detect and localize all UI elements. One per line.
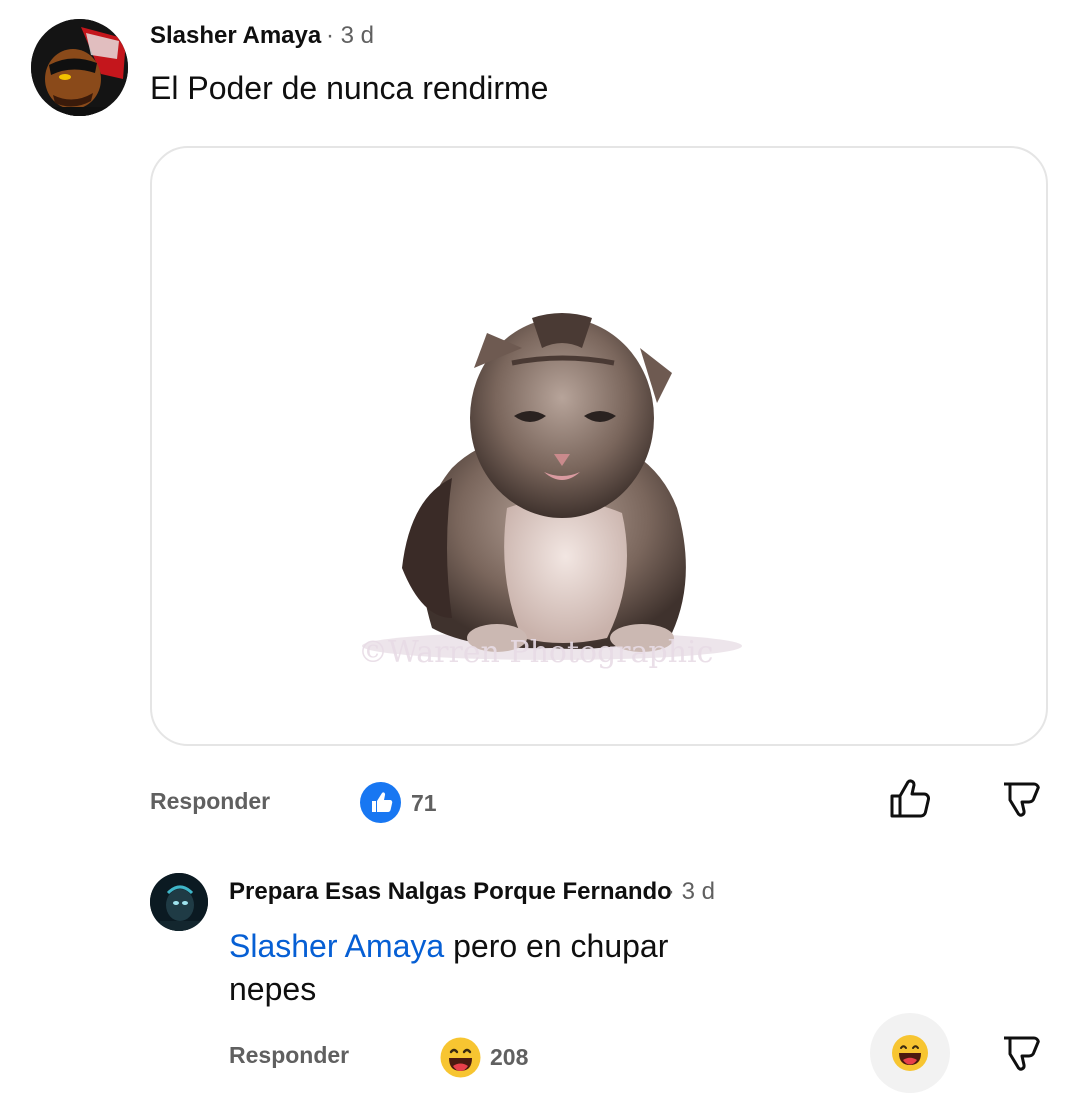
reply-button[interactable]: Responder [150, 788, 270, 815]
thumbs-down-icon [1004, 782, 1040, 817]
avatar-image [150, 873, 208, 931]
thumbs-up-icon [890, 779, 930, 818]
reaction-button[interactable] [870, 1013, 950, 1093]
avatar-image [31, 19, 128, 116]
like-button[interactable] [886, 774, 934, 822]
thumbs-down-icon [1004, 1036, 1040, 1071]
reply-timestamp: · 3 d [667, 878, 716, 905]
dislike-button[interactable] [996, 1028, 1044, 1076]
reply-text: Slasher Amaya pero en chupar nepes [229, 925, 749, 1011]
dislike-button[interactable] [996, 774, 1044, 822]
image-watermark: ©Warren Photographic [358, 635, 713, 670]
comment-text: El Poder de nunca rendirme [150, 70, 549, 106]
comment-author[interactable]: Slasher Amaya [150, 22, 321, 50]
laughing-emoji-icon [440, 1037, 481, 1078]
reply-avatar[interactable] [150, 873, 208, 931]
comment-image[interactable]: ©Warren Photographic [150, 146, 1048, 746]
thumbs-up-reaction-icon [360, 782, 401, 823]
reply-author[interactable]: Prepara Esas Nalgas Porque Fernando [229, 878, 672, 906]
mention-link[interactable]: Slasher Amaya [229, 928, 444, 964]
reply-button[interactable]: Responder [229, 1042, 349, 1069]
reaction-count: 208 [490, 1044, 529, 1070]
kitten-image: ©Warren Photographic [358, 313, 742, 670]
comment-timestamp: · 3 d [326, 22, 375, 49]
avatar[interactable] [31, 19, 128, 116]
reaction-count: 71 [411, 790, 437, 816]
laughing-emoji-icon [892, 1035, 928, 1071]
